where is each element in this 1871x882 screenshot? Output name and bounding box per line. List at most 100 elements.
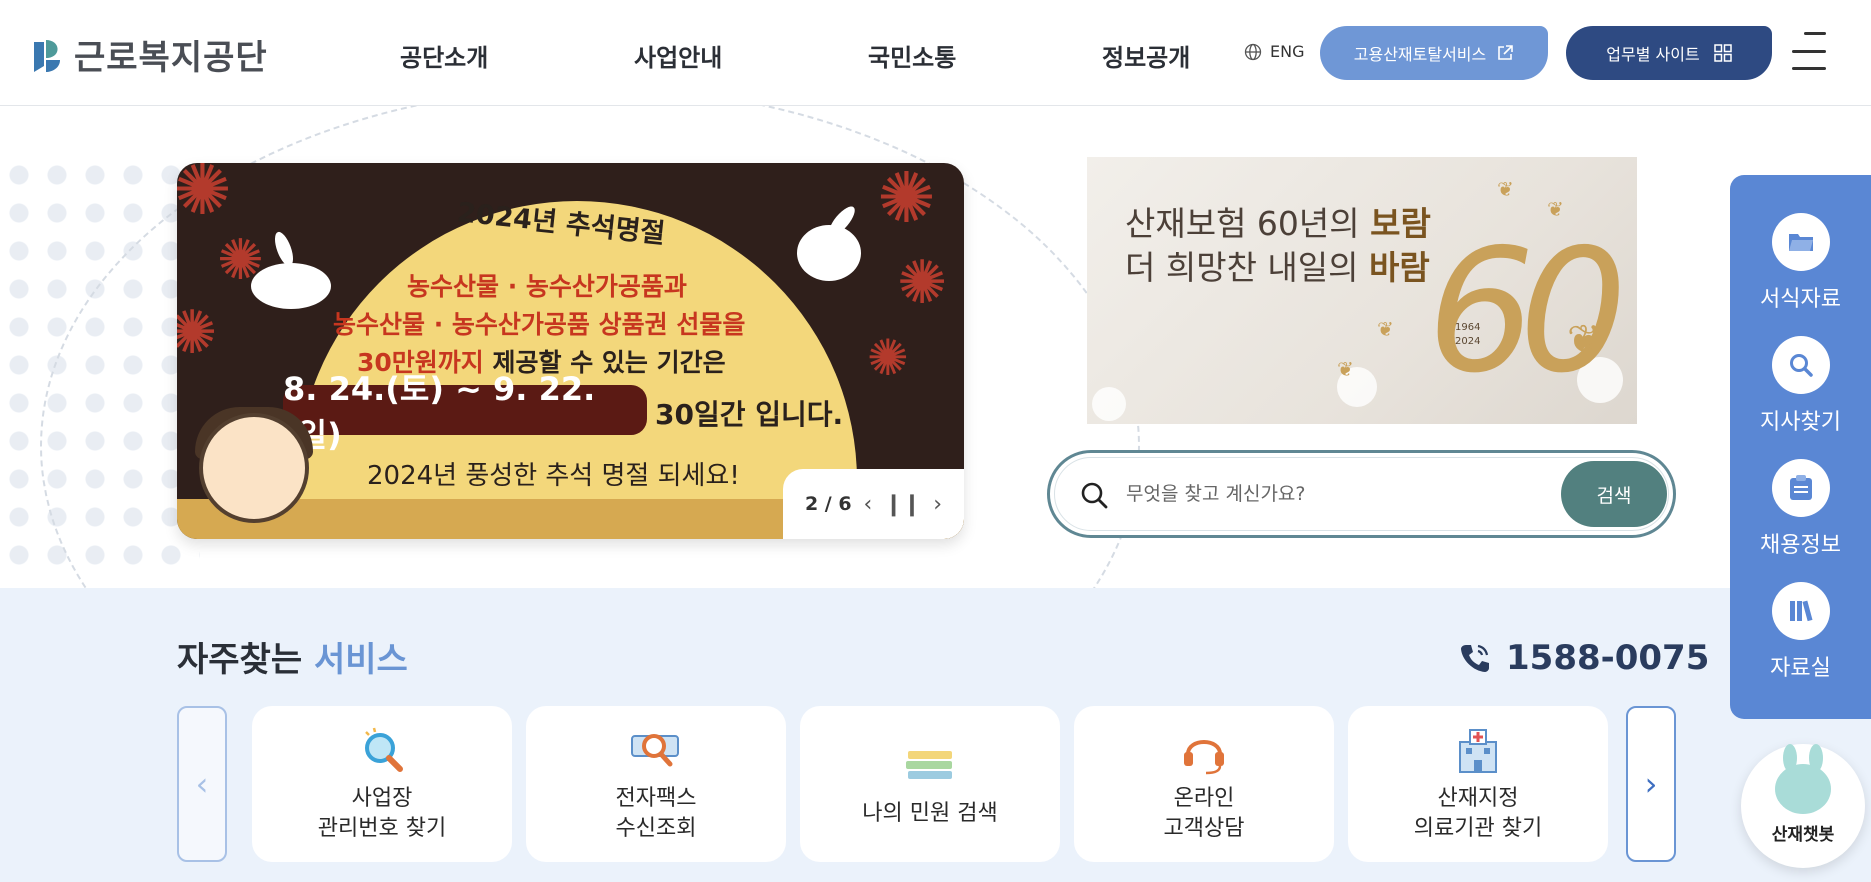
logo-mark-icon [34,39,60,72]
headset-icon [1174,724,1234,778]
call-center-number: 1588-0075 [1506,638,1710,678]
quick-card-label: 온라인 고객상담 [1164,784,1245,844]
globe-icon [1244,43,1262,60]
quick-card-line-2: 관리번호 찾기 [317,816,447,841]
quick-card-label: 나의 민원 검색 [862,799,997,829]
quick-card-my-complaints[interactable]: 나의 민원 검색 [800,706,1060,862]
anniversary-line-2: 더 희망찬 내일의 바람 [1125,241,1430,289]
anniversary-year-end: 2024 [1455,336,1481,347]
folder-icon [1771,213,1830,271]
chevron-right-icon: › [1644,765,1658,803]
nav-item-business[interactable]: 사업안내 [634,38,868,73]
quick-card-label: 산재지정 의료기관 찾기 [1414,784,1542,844]
phone-icon [1461,644,1489,672]
quick-next-button[interactable]: › [1626,706,1676,862]
quick-card-line-1: 사업장 [351,786,413,811]
butterfly-icon: ❦ [1497,177,1514,201]
anniversary-line-2-bold: 바람 [1369,248,1430,287]
quick-card-efax[interactable]: 전자팩스 수신조회 [526,706,786,862]
maple-leaf-icon: ✺ [877,163,936,239]
quick-card-label: 전자팩스 수신조회 [616,784,697,844]
library-icon [1771,582,1830,640]
chevron-left-icon[interactable]: ‹ [864,492,873,517]
anniversary-line-1-text: 산재보험 60년의 [1125,204,1371,243]
sidebar-item-label: 자료실 [1770,656,1831,681]
butterfly-icon: ❦ [1547,197,1564,221]
maple-leaf-icon: ✺ [177,163,232,231]
rabbit-illustration [251,263,331,309]
quick-title-accent: 서비스 [313,640,408,680]
sidebar-item-library[interactable]: 자료실 [1730,582,1871,694]
search-button[interactable]: 검색 [1561,461,1667,527]
total-service-label: 고용산재토탈서비스 [1353,45,1487,64]
nav-item-communication[interactable]: 국민소통 [868,38,1102,73]
quick-card-designated-hospital[interactable]: 산재지정 의료기관 찾기 [1348,706,1608,862]
clipboard-icon [1771,459,1830,517]
butterfly-icon: ❦ [1337,357,1354,381]
quick-card-line-1: 온라인 [1173,786,1235,811]
call-center[interactable]: 1588-0075 [1458,638,1709,678]
site-header: 근로복지공단 공단소개 사업안내 국민소통 정보공개 ENG 고용산재토탈서비스… [0,0,1871,106]
books-icon [900,739,960,793]
maple-leaf-icon: ✺ [897,248,948,318]
fax-search-icon [626,724,686,778]
main-nav: 공단소개 사업안내 국민소통 정보공개 [400,38,1336,73]
butterfly-icon: ❦ [1377,317,1394,341]
quick-card-line-2: 수신조회 [615,816,697,841]
character-illustration [199,413,309,523]
anniversary-year-start: 1964 [1455,322,1481,333]
bokeh-decoration [1092,387,1126,421]
quick-card-online-consult[interactable]: 온라인 고객상담 [1074,706,1334,862]
pager-count: 2 / 6 [804,493,852,515]
rabbit-ear [271,229,297,269]
search-input[interactable] [1126,475,1546,513]
anniversary-years: 1964 2024 [1455,321,1480,349]
language-switch[interactable]: ENG [1244,42,1304,61]
hospital-icon [1448,724,1508,778]
menu-icon[interactable] [1792,32,1826,70]
magnifier-icon [352,724,412,778]
chevron-left-icon: ‹ [195,765,209,803]
anniversary-banner[interactable]: 산재보험 60년의 보람 더 희망찬 내일의 바람 60 1964 2024 ❦… [1087,157,1637,424]
grid-icon [1713,44,1732,62]
search-icon [1771,336,1830,394]
chatbot-label: 산재챗봇 [1771,824,1835,845]
quick-title-plain: 자주찾는 [177,640,314,680]
sidebar-item-label: 채용정보 [1760,533,1841,558]
total-service-button[interactable]: 고용산재토탈서비스 [1320,26,1548,80]
business-sites-button[interactable]: 업무별 사이트 [1566,26,1772,80]
banner-closing: 2024년 풍성한 추석 명절 되세요! [367,461,740,491]
search-icon [1081,482,1108,509]
site-logo[interactable]: 근로복지공단 [30,30,268,79]
site-search: 검색 [1047,450,1676,538]
sidebar-item-label: 지사찾기 [1760,410,1841,435]
external-link-icon [1498,45,1514,60]
banner-line-2: 농수산물 · 농수산가공품 상품권 선물을 [333,310,746,339]
sidebar-item-forms[interactable]: 서식자료 [1730,213,1871,325]
pause-icon[interactable]: ❙❙ [884,492,921,517]
main-banner[interactable]: ✺ ✺ ✺ ✺ ✺ ✺ 2024년 추석명절 농수산물 · 농수산가공품과 농수… [177,163,964,539]
banner-line-1: 농수산물 · 농수산가공품과 [407,272,687,301]
anniversary-number: 60 [1427,213,1627,411]
banner-date: 8. 24.(토) ~ 9. 22.(일) [283,370,647,454]
quick-card-line-2: 고객상담 [1163,816,1245,841]
logo-text: 근로복지공단 [74,38,268,78]
quick-card-business-number[interactable]: 사업장 관리번호 찾기 [252,706,512,862]
banner-date-tail: 30일간 입니다. [655,398,844,431]
language-label: ENG [1270,42,1305,61]
butterfly-icon: ❦ [1567,317,1601,363]
anniversary-line-2-text: 더 희망찬 내일의 [1125,248,1369,287]
chatbot-rabbit-icon [1775,743,1831,814]
sidebar-item-branches[interactable]: 지사찾기 [1730,336,1871,448]
quick-prev-button[interactable]: ‹ [177,706,227,862]
chevron-right-icon[interactable]: › [933,492,942,517]
quick-card-line-1: 나의 민원 검색 [862,801,998,826]
chatbot-button[interactable]: 산재챗봇 [1741,743,1865,868]
quick-card-line-1: 산재지정 [1437,786,1519,811]
sidebar-item-recruit[interactable]: 채용정보 [1730,459,1871,571]
nav-item-about[interactable]: 공단소개 [400,38,634,73]
quick-card-label: 사업장 관리번호 찾기 [318,784,446,844]
quick-services-title: 자주찾는 서비스 [177,632,408,681]
sidebar-item-label: 서식자료 [1760,287,1841,312]
quick-sidebar: 서식자료 지사찾기 채용정보 자료실 [1730,175,1871,719]
